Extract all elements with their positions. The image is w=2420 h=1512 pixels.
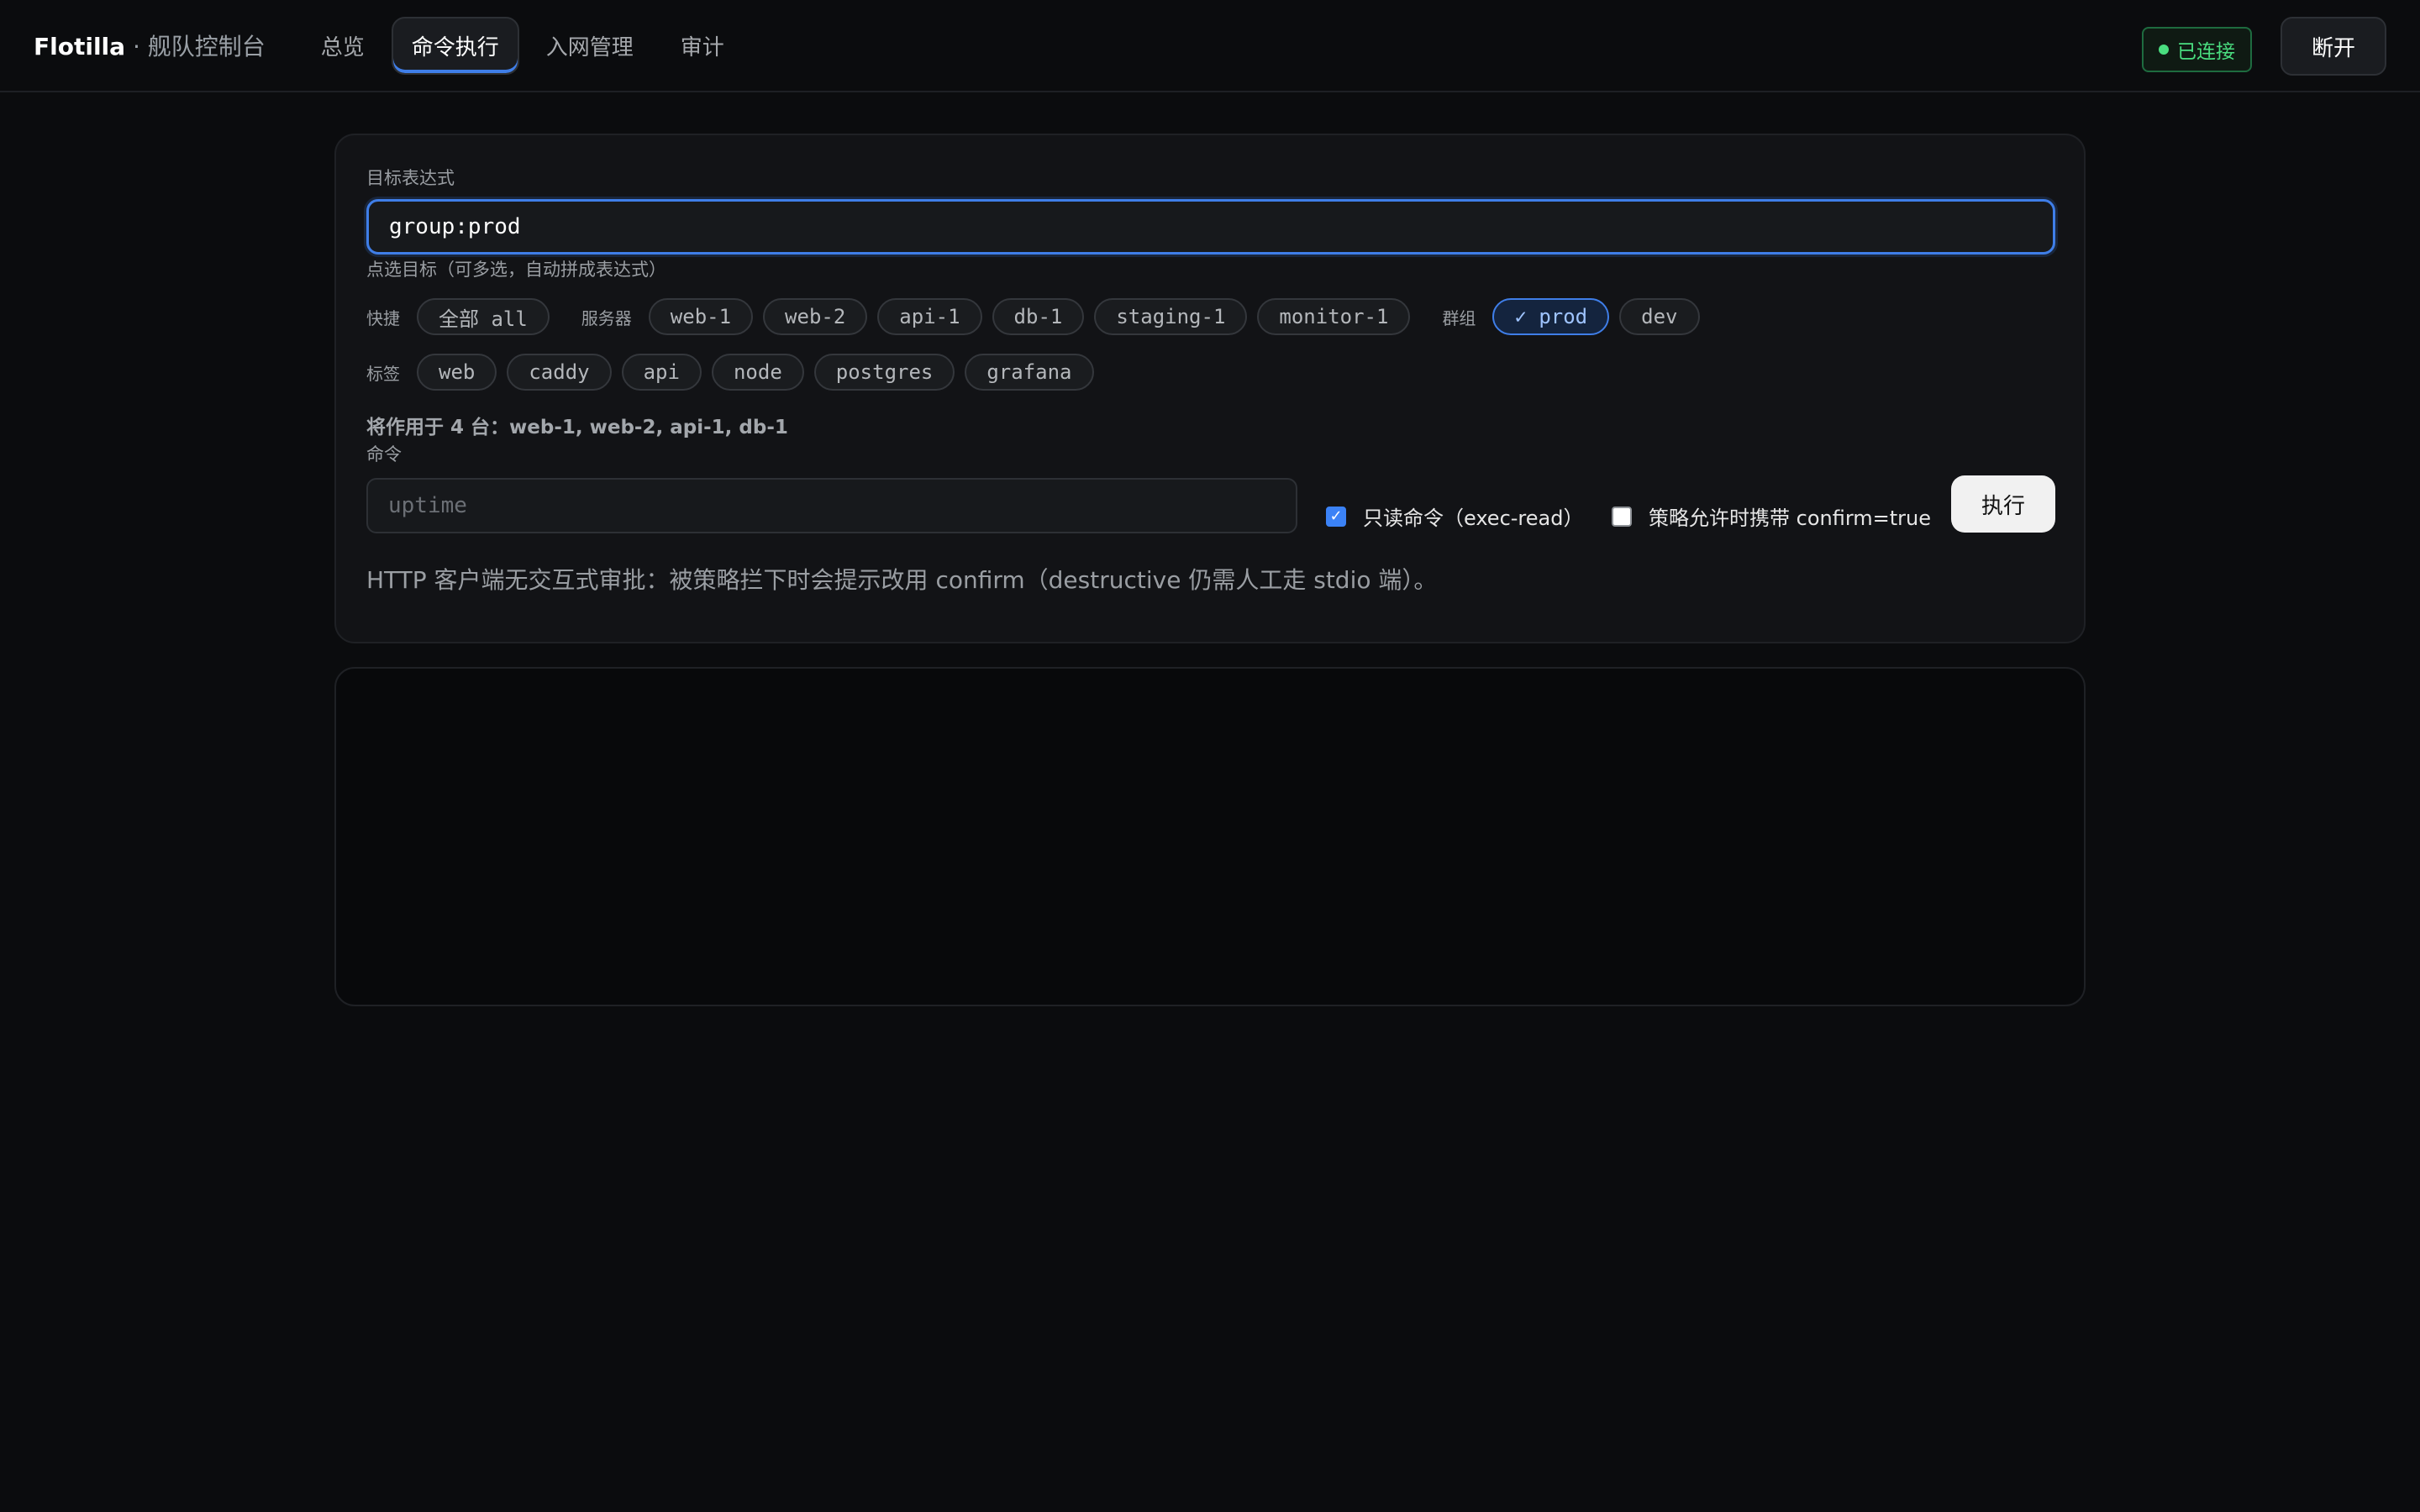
confirm-checkbox-group[interactable]: 策略允许时携带 confirm=true (1612, 501, 1931, 531)
servers-label: 服务器 (581, 307, 632, 328)
applies-to-summary: 将作用于 4 台：web-1, web-2, api-1, db-1 (366, 417, 788, 438)
command-label: 命令 (366, 444, 402, 465)
confirm-label: 策略允许时携带 confirm=true (1649, 507, 1932, 530)
tags-label: 标签 (366, 363, 400, 384)
target-chip-row: 快捷 全部 all 服务器 web-1 web-2 api-1 db-1 sta… (366, 298, 1700, 335)
execute-button[interactable]: 执行 (1951, 475, 2055, 533)
command-input[interactable]: uptime (366, 478, 1297, 533)
chip-server-staging-1[interactable]: staging-1 (1094, 298, 1248, 335)
app-brand: Flotilla · 舰队控制台 (34, 29, 266, 62)
chip-tag-postgres[interactable]: postgres (813, 354, 955, 391)
status-dot-icon (2159, 45, 2169, 55)
quick-label: 快捷 (366, 307, 400, 328)
output-panel (334, 667, 2086, 1006)
app-name: Flotilla (34, 33, 126, 60)
chip-group-prod[interactable]: ✓ prod (1492, 298, 1610, 335)
main-nav: 总览 命令执行 入网管理 审计 (301, 16, 744, 75)
readonly-label: 只读命令（exec-read） (1363, 507, 1584, 530)
status-label: 已连接 (2177, 41, 2235, 63)
chip-server-db-1[interactable]: db-1 (992, 298, 1085, 335)
app-subtitle: · 舰队控制台 (125, 33, 266, 60)
groups-label: 群组 (1442, 307, 1476, 328)
chip-group-dev[interactable]: dev (1619, 298, 1700, 335)
tag-chip-row: 标签 web caddy api node postgres grafana (366, 354, 1094, 391)
tab-enrollment[interactable]: 入网管理 (526, 17, 654, 75)
chip-tag-grafana[interactable]: grafana (965, 354, 1094, 391)
tab-command-exec[interactable]: 命令执行 (391, 16, 519, 75)
chip-tag-web[interactable]: web (417, 354, 497, 391)
chip-tag-node[interactable]: node (711, 354, 804, 391)
chip-tag-api[interactable]: api (621, 354, 702, 391)
command-form-panel: 目标表达式 group:prod 点选目标（可多选，自动拼成表达式） 快捷 全部… (334, 134, 2086, 643)
pick-targets-hint: 点选目标（可多选，自动拼成表达式） (366, 260, 666, 280)
readonly-checkbox[interactable]: ✓ (1326, 506, 1346, 527)
confirm-checkbox[interactable] (1612, 506, 1632, 527)
tab-audit[interactable]: 审计 (660, 17, 744, 75)
chip-server-monitor-1[interactable]: monitor-1 (1257, 298, 1411, 335)
target-expression-input[interactable]: group:prod (366, 199, 2055, 255)
tab-overview[interactable]: 总览 (301, 17, 385, 75)
chip-server-api-1[interactable]: api-1 (877, 298, 982, 335)
connection-status-badge: 已连接 (2142, 27, 2252, 72)
disconnect-button[interactable]: 断开 (2281, 17, 2386, 76)
chip-tag-caddy[interactable]: caddy (507, 354, 612, 391)
chip-server-web-2[interactable]: web-2 (763, 298, 868, 335)
approval-hint: HTTP 客户端无交互式审批：被策略拦下时会提示改用 confirm（destr… (366, 566, 1438, 594)
readonly-checkbox-group[interactable]: ✓ 只读命令（exec-read） (1326, 501, 1583, 531)
target-expression-label: 目标表达式 (366, 168, 455, 188)
chip-server-web-1[interactable]: web-1 (648, 298, 754, 335)
chip-all[interactable]: 全部 all (417, 298, 550, 335)
top-bar: Flotilla · 舰队控制台 总览 命令执行 入网管理 审计 已连接 断开 (0, 0, 2420, 92)
